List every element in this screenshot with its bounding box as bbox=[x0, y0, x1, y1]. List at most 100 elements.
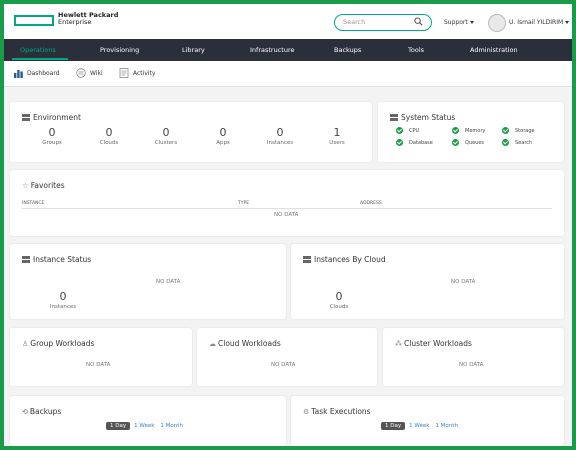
sub-nav: Dashboard Wiki Activity bbox=[4, 61, 572, 87]
check-icon bbox=[502, 127, 509, 134]
cloud-workloads-card: ☁ Cloud Workloads NO DATA bbox=[197, 328, 377, 386]
range-1-month-link[interactable]: 1 Month bbox=[160, 423, 183, 429]
stat-value: 1 bbox=[333, 126, 341, 139]
star-icon: ☆ bbox=[22, 181, 29, 190]
favorites-card: ☆ Favorites INSTANCE TYPE ADDRESS NO DATA bbox=[10, 170, 564, 236]
column-address[interactable]: ADDRESS bbox=[360, 201, 382, 206]
status-cpu: CPU bbox=[396, 127, 419, 134]
stat-label: Apps bbox=[216, 140, 230, 146]
status-label: Storage bbox=[515, 128, 535, 134]
cluster-workloads-title: ⁂ Cluster Workloads bbox=[395, 339, 472, 348]
activity-icon bbox=[119, 68, 129, 78]
stat-instances[interactable]: 0 Instances bbox=[33, 290, 93, 310]
brand-line2: Enterprise bbox=[58, 18, 92, 26]
range-1-day-button[interactable]: 1 Day bbox=[381, 422, 406, 430]
hpe-logo-icon[interactable] bbox=[14, 15, 54, 26]
search-icon[interactable] bbox=[414, 17, 423, 26]
stat-clouds[interactable]: 0 Clouds bbox=[79, 126, 139, 146]
range-1-week-link[interactable]: 1 Week bbox=[409, 423, 429, 429]
stat-users[interactable]: 1 Users bbox=[307, 126, 367, 146]
instances-by-cloud-card: Instances By Cloud NO DATA 0 Clouds bbox=[291, 244, 564, 319]
nav-library[interactable]: Library bbox=[182, 46, 205, 54]
stat-value: 0 bbox=[219, 126, 227, 139]
task-executions-title-text: Task Executions bbox=[311, 407, 371, 416]
user-name: U. Ismail YILDIRIM bbox=[509, 19, 564, 26]
brand-name: Hewlett Packard Enterprise bbox=[58, 12, 118, 26]
status-label: Queues bbox=[465, 140, 485, 146]
status-search: Search bbox=[502, 139, 532, 146]
cluster-workloads-title-text: Cluster Workloads bbox=[404, 339, 472, 348]
stat-label: Clouds bbox=[329, 304, 349, 310]
server-icon bbox=[22, 114, 30, 121]
status-database: Database bbox=[396, 139, 433, 146]
status-label: CPU bbox=[409, 128, 420, 134]
range-1-month-link[interactable]: 1 Month bbox=[435, 423, 458, 429]
stat-instances[interactable]: 0 Instances bbox=[250, 126, 310, 146]
stat-value: 0 bbox=[59, 290, 67, 303]
no-data-text: NO DATA bbox=[156, 279, 181, 285]
bar-chart-icon bbox=[14, 70, 23, 78]
check-icon bbox=[452, 127, 459, 134]
avatar[interactable] bbox=[488, 14, 506, 32]
backups-title: ⟲ Backups bbox=[22, 407, 61, 416]
status-label: Memory bbox=[465, 128, 486, 134]
subnav-dashboard[interactable]: Dashboard bbox=[27, 70, 60, 77]
server-icon bbox=[390, 114, 398, 121]
cluster-workloads-card: ⁂ Cluster Workloads NO DATA bbox=[383, 328, 564, 386]
status-queues: Queues bbox=[452, 139, 484, 146]
nav-backups[interactable]: Backups bbox=[334, 46, 361, 54]
status-label: Search bbox=[515, 140, 533, 146]
subnav-wiki[interactable]: Wiki bbox=[90, 70, 103, 77]
system-status-title-text: System Status bbox=[401, 113, 456, 122]
range-1-day-button[interactable]: 1 Day bbox=[106, 422, 131, 430]
stat-clouds[interactable]: 0 Clouds bbox=[309, 290, 369, 310]
active-tab-indicator bbox=[12, 58, 68, 60]
column-type[interactable]: TYPE bbox=[238, 201, 249, 206]
chevron-down-icon bbox=[469, 21, 474, 24]
task-executions-card: ⚙ Task Executions 1 Day 1 Week 1 Month bbox=[291, 396, 564, 446]
nav-operations[interactable]: Operations bbox=[20, 46, 56, 54]
stat-label: Groups bbox=[42, 140, 62, 146]
status-memory: Memory bbox=[452, 127, 485, 134]
subnav-activity[interactable]: Activity bbox=[133, 70, 155, 77]
user-menu[interactable]: U. Ismail YILDIRIM bbox=[509, 19, 570, 26]
nav-provisioning[interactable]: Provisioning bbox=[100, 46, 139, 54]
group-workloads-title-text: Group Workloads bbox=[30, 339, 95, 348]
system-status-card: System Status CPU Memory Storage Databas… bbox=[378, 102, 564, 162]
top-header: Hewlett Packard Enterprise Search Suppor… bbox=[4, 4, 572, 39]
stat-clusters[interactable]: 0 Clusters bbox=[136, 126, 196, 146]
group-icon: ♙ bbox=[22, 340, 29, 348]
wiki-icon bbox=[76, 68, 86, 78]
favorites-table-header: INSTANCE TYPE ADDRESS bbox=[22, 201, 552, 209]
group-workloads-card: ♙ Group Workloads NO DATA bbox=[10, 328, 192, 386]
nav-infrastructure[interactable]: Infrastructure bbox=[250, 46, 294, 54]
nav-tools[interactable]: Tools bbox=[408, 46, 424, 54]
backups-range-selector: 1 Day 1 Week 1 Month bbox=[106, 422, 189, 430]
check-icon bbox=[396, 139, 403, 146]
stat-value: 0 bbox=[335, 290, 343, 303]
stat-value: 0 bbox=[48, 126, 56, 139]
stat-groups[interactable]: 0 Groups bbox=[22, 126, 82, 146]
task-range-selector: 1 Day 1 Week 1 Month bbox=[381, 422, 464, 430]
chevron-down-icon bbox=[565, 21, 570, 24]
stat-value: 0 bbox=[105, 126, 113, 139]
column-instance[interactable]: INSTANCE bbox=[22, 201, 44, 206]
support-label: Support bbox=[444, 19, 468, 26]
status-label: Database bbox=[409, 140, 433, 146]
no-data-text: NO DATA bbox=[86, 362, 111, 368]
stat-label: Instances bbox=[266, 140, 294, 146]
backups-title-text: Backups bbox=[29, 407, 62, 416]
search-input[interactable]: Search bbox=[334, 14, 432, 31]
range-1-week-link[interactable]: 1 Week bbox=[134, 423, 154, 429]
instance-status-title-text: Instance Status bbox=[33, 255, 92, 264]
backups-card: ⟲ Backups 1 Day 1 Week 1 Month bbox=[10, 396, 286, 446]
stat-value: 0 bbox=[162, 126, 170, 139]
stat-label: Instances bbox=[49, 304, 77, 310]
cluster-icon: ⁂ bbox=[395, 340, 402, 348]
status-storage: Storage bbox=[502, 127, 535, 134]
cloud-icon: ☁ bbox=[209, 340, 216, 348]
stat-apps[interactable]: 0 Apps bbox=[193, 126, 253, 146]
nav-administration[interactable]: Administration bbox=[470, 46, 518, 54]
support-menu[interactable]: Support bbox=[444, 19, 474, 26]
favorites-title: ☆ Favorites bbox=[22, 181, 65, 190]
